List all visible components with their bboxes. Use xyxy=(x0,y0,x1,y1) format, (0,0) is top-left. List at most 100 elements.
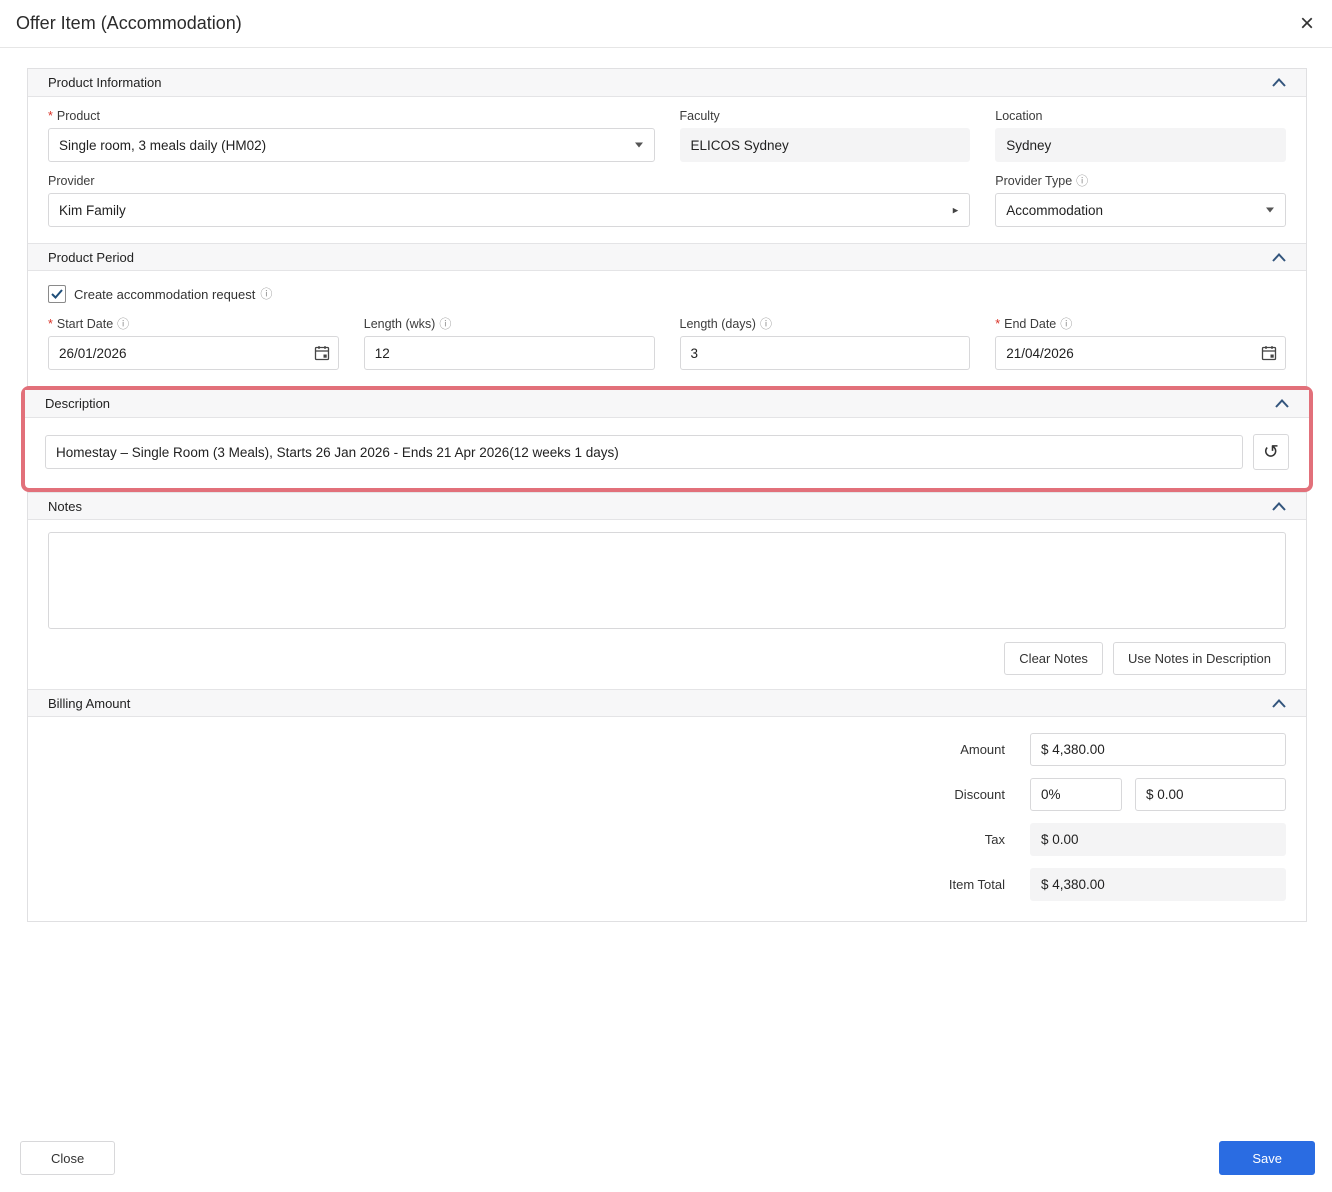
billing-body: Amount Discount Tax Item Total xyxy=(28,717,1306,921)
provider-field: Provider ▸ xyxy=(48,174,971,227)
history-icon: ↺ xyxy=(1263,441,1279,463)
discount-row: Discount xyxy=(48,778,1286,811)
product-period-body: *Start Date ⓘ Length (wks) ⓘ Length (day… xyxy=(28,305,1306,386)
provider-type-field: Provider Type ⓘ xyxy=(995,174,1286,227)
close-button[interactable]: Close xyxy=(20,1141,116,1175)
provider-expand-icon[interactable]: ▸ xyxy=(953,204,959,217)
product-label-text: Product xyxy=(56,109,100,123)
location-field: Location xyxy=(995,109,1286,162)
info-icon[interactable]: ⓘ xyxy=(439,318,451,330)
create-accommodation-request-row: Create accommodation request ⓘ xyxy=(28,271,1306,305)
section-header-product-information: Product Information xyxy=(28,69,1306,97)
clear-notes-button[interactable]: Clear Notes xyxy=(1004,642,1103,675)
save-button[interactable]: Save xyxy=(1219,1141,1315,1175)
provider-label-text: Provider xyxy=(48,174,95,188)
section-header-notes: Notes xyxy=(28,492,1306,520)
provider-type-select[interactable] xyxy=(995,193,1286,227)
create-accommodation-request-label-text: Create accommodation request xyxy=(74,286,256,302)
discount-label: Discount xyxy=(954,787,1005,802)
chevron-down-icon[interactable] xyxy=(1266,207,1274,213)
chevron-up-icon[interactable] xyxy=(1275,399,1289,408)
tax-value xyxy=(1030,823,1286,856)
section-title-product-period: Product Period xyxy=(48,249,134,265)
tax-row: Tax xyxy=(48,823,1286,856)
section-header-product-period: Product Period xyxy=(28,243,1306,271)
length-wks-label: Length (wks) ⓘ xyxy=(364,317,655,331)
faculty-value xyxy=(679,128,971,162)
amount-input[interactable] xyxy=(1030,733,1286,766)
check-icon xyxy=(51,289,63,299)
info-icon[interactable]: ⓘ xyxy=(760,318,772,330)
section-header-description: Description xyxy=(25,390,1309,418)
notes-body: Clear Notes Use Notes in Description xyxy=(28,520,1306,689)
chevron-down-icon[interactable] xyxy=(634,142,643,148)
notes-buttons: Clear Notes Use Notes in Description xyxy=(48,642,1286,675)
faculty-label-text: Faculty xyxy=(679,109,720,123)
close-icon[interactable]: × xyxy=(1300,11,1314,36)
item-total-value xyxy=(1030,868,1286,901)
faculty-label: Faculty xyxy=(680,109,971,123)
description-input[interactable] xyxy=(45,435,1243,469)
length-days-field: Length (days) ⓘ xyxy=(679,317,971,370)
end-date-label-text: End Date xyxy=(1004,317,1057,331)
chevron-up-icon[interactable] xyxy=(1272,698,1286,708)
provider-label: Provider xyxy=(48,174,970,188)
length-wks-input[interactable] xyxy=(363,336,655,370)
length-days-label-text: Length (days) xyxy=(679,317,756,331)
length-wks-field: Length (wks) ⓘ xyxy=(363,317,655,370)
end-date-input[interactable] xyxy=(995,336,1286,370)
info-icon[interactable]: ⓘ xyxy=(1060,318,1072,330)
start-date-label-text: Start Date xyxy=(56,317,114,331)
section-header-billing-amount: Billing Amount xyxy=(28,689,1306,717)
section-title-product-information: Product Information xyxy=(48,75,162,90)
length-wks-label-text: Length (wks) xyxy=(363,317,436,331)
start-date-label: * Start Date ⓘ xyxy=(48,317,339,331)
create-accommodation-request-checkbox[interactable] xyxy=(48,285,66,303)
dialog-footer: Close Save xyxy=(0,1141,1332,1175)
required-asterisk: * xyxy=(995,317,1001,331)
amount-label: Amount xyxy=(960,742,1005,757)
location-label: Location xyxy=(995,109,1286,123)
regenerate-description-button[interactable]: ↺ xyxy=(1253,434,1289,470)
product-label: * Product xyxy=(48,109,655,123)
location-label-text: Location xyxy=(995,109,1043,123)
create-accommodation-request-label: Create accommodation request ⓘ xyxy=(74,287,272,302)
item-total-row: Item Total xyxy=(48,868,1286,901)
section-title-billing-amount: Billing Amount xyxy=(48,695,131,711)
chevron-up-icon[interactable] xyxy=(1272,252,1286,262)
description-highlight-box: Description ↺ xyxy=(21,386,1313,492)
product-field: * Product xyxy=(48,109,655,162)
length-days-input[interactable] xyxy=(679,336,971,370)
calendar-icon[interactable] xyxy=(314,345,330,361)
amount-row: Amount xyxy=(48,733,1286,766)
product-information-body: *Product Faculty Location xyxy=(28,97,1306,243)
page-title: Offer Item (Accommodation) xyxy=(16,13,242,33)
end-date-field: * End Date ⓘ xyxy=(995,317,1286,370)
provider-input[interactable] xyxy=(48,193,971,227)
provider-type-label: Provider Type ⓘ xyxy=(995,174,1286,188)
chevron-up-icon[interactable] xyxy=(1272,78,1286,87)
tax-label: Tax xyxy=(984,832,1005,847)
end-date-label: * End Date ⓘ xyxy=(995,317,1286,331)
discount-percent-input[interactable] xyxy=(1030,778,1122,811)
dialog-titlebar: Offer Item (Accommodation) × xyxy=(0,0,1332,48)
product-select[interactable] xyxy=(48,128,655,162)
start-date-input[interactable] xyxy=(48,336,339,370)
chevron-up-icon[interactable] xyxy=(1272,501,1286,511)
info-icon[interactable]: ⓘ xyxy=(117,318,129,330)
section-title-description: Description xyxy=(45,396,111,411)
offer-item-panel: Product Information *Product Faculty Loc… xyxy=(21,68,1313,922)
required-asterisk: * xyxy=(48,317,53,331)
item-total-label: Item Total xyxy=(948,877,1005,892)
start-date-field: * Start Date ⓘ xyxy=(48,317,339,370)
section-title-notes: Notes xyxy=(48,498,82,514)
info-icon[interactable]: ⓘ xyxy=(260,288,272,300)
length-days-label: Length (days) ⓘ xyxy=(680,317,971,331)
required-asterisk: * xyxy=(48,109,53,123)
info-icon[interactable]: ⓘ xyxy=(1076,175,1088,187)
discount-amount-input[interactable] xyxy=(1135,778,1286,811)
use-notes-in-description-button[interactable]: Use Notes in Description xyxy=(1112,642,1286,675)
notes-textarea[interactable] xyxy=(48,532,1286,629)
description-body: ↺ xyxy=(25,418,1309,488)
calendar-icon[interactable] xyxy=(1261,345,1277,361)
